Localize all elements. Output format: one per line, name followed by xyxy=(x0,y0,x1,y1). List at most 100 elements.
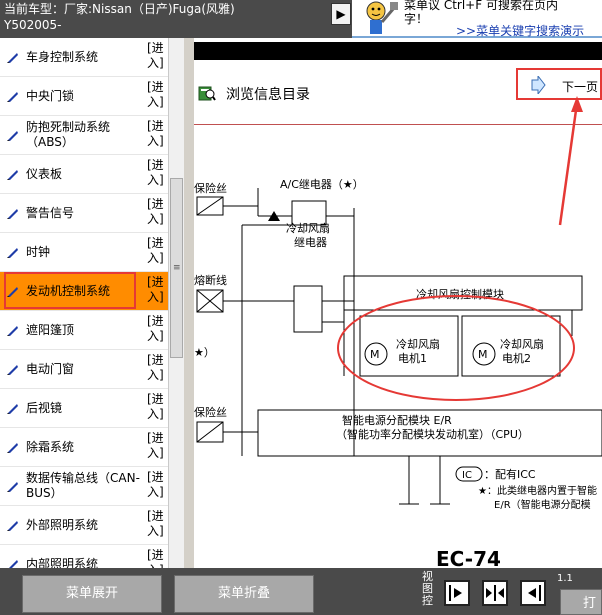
fan-motor-2-label-line1: 冷却风扇 xyxy=(500,337,544,351)
book-pencil-icon xyxy=(7,443,18,453)
fan-motor-1-label-line1: 冷却风扇 xyxy=(396,337,440,351)
book-pencil-icon xyxy=(7,404,18,414)
fan-motor-1-symbol-label: M xyxy=(370,348,380,361)
sidebar-item[interactable]: 仪表板 [进入] xyxy=(0,155,168,194)
fan-relay-symbol xyxy=(293,285,323,333)
sidebar-item[interactable]: 时钟 [进入] xyxy=(0,233,168,272)
fan-motor-2-symbol-label: M xyxy=(478,348,488,361)
sidebar-item[interactable]: 防抱死制动系统（ABS） [进入] xyxy=(0,116,168,155)
book-pencil-icon xyxy=(7,521,18,531)
sidebar-item-enter-link[interactable]: [进入] xyxy=(147,80,167,110)
sidebar-item[interactable]: 车身控制系统 [进入] xyxy=(0,38,168,77)
current-vehicle-info: 当前车型：厂家:Nissan（日产)Fuga(风雅) Y502005- xyxy=(4,1,235,33)
sidebar-item-enter-link[interactable]: [进入] xyxy=(147,431,167,461)
sidebar-item-label: 内部照明系统 xyxy=(26,557,99,568)
header-divider xyxy=(194,124,602,125)
sidebar-item-label: 防抱死制动系统（ABS） xyxy=(26,120,111,149)
book-pencil-icon xyxy=(7,92,18,102)
sidebar-item[interactable]: 外部照明系统 [进入] xyxy=(0,506,168,545)
sidebar-item-enter-link[interactable]: [进入] xyxy=(147,509,167,539)
ac-relay-label: A/C继电器（★） xyxy=(280,178,364,191)
sidebar-item[interactable]: 电动门窗 [进入] xyxy=(0,350,168,389)
relay-note-line1: ★：此类继电器内置于智能 xyxy=(478,484,597,497)
sidebar-item-label: 数据传输总线（CAN-BUS） xyxy=(26,471,140,500)
sidebar-item[interactable]: 内部照明系统 [进入] xyxy=(0,545,168,568)
ic-badge-label: IC xyxy=(462,470,472,481)
search-tip-line1: 菜单议 Ctrl+F 可搜索在页内 xyxy=(404,0,558,12)
sidebar-item-enter-link[interactable]: [进入] xyxy=(147,41,167,71)
sidebar-item-label: 外部照明系统 xyxy=(26,518,99,532)
book-pencil-icon xyxy=(7,248,18,258)
split-view-button[interactable] xyxy=(482,580,508,606)
page-info: 1.1 xyxy=(557,573,573,584)
bottom-toolbar: 菜单展开 菜单折叠 视图控 1.1 打 xyxy=(0,568,602,615)
sidebar-item-enter-link[interactable]: [进入] xyxy=(147,119,167,149)
pane-left-icon xyxy=(449,585,462,601)
book-icon xyxy=(198,86,216,101)
sidebar-item[interactable]: 后视镜 [进入] xyxy=(0,389,168,428)
sidebar-item-enter-link[interactable]: [进入] xyxy=(147,314,167,344)
sidebar-scroll-thumb[interactable]: ≡ xyxy=(170,178,183,358)
mascot-icon xyxy=(366,1,398,34)
sidebar-scrollbar[interactable]: ≡ xyxy=(168,38,184,568)
content-toolbar xyxy=(194,42,602,60)
next-page-label: 下一页 xyxy=(562,80,599,94)
sidebar-item-enter-link[interactable]: [进入] xyxy=(147,236,167,266)
book-pencil-icon xyxy=(7,209,18,219)
fuse-label-1: 保险丝 xyxy=(194,181,227,195)
play-button[interactable]: ▶ xyxy=(331,3,351,25)
sidebar-item-enter-link[interactable]: [进入] xyxy=(147,197,167,227)
sidebar-item-label: 后视镜 xyxy=(26,401,63,415)
view-control-label: 视图控 xyxy=(422,570,433,607)
sidebar-item-enter-link[interactable]: [进入] xyxy=(147,548,167,568)
sidebar-item[interactable]: 遮阳篷顶 [进入] xyxy=(0,311,168,350)
star-note: ★） xyxy=(194,346,215,359)
page-title: 浏览信息目录 xyxy=(226,87,310,103)
sidebar-item-enter-link[interactable]: [进入] xyxy=(147,392,167,422)
next-arrow-icon xyxy=(531,76,546,94)
sidebar-item[interactable]: 数据传输总线（CAN-BUS） [进入] xyxy=(0,467,168,506)
sidebar-item-label: 车身控制系统 xyxy=(26,50,99,64)
fan-relay-label-line2: 继电器 xyxy=(294,236,327,249)
sidebar-item-enter-link[interactable]: [进入] xyxy=(147,275,167,305)
book-pencil-icon xyxy=(9,560,18,568)
sidebar-item[interactable]: 中央门锁 [进入] xyxy=(0,77,168,116)
sidebar-item[interactable]: 除霜系统 [进入] xyxy=(0,428,168,467)
menu-collapse-button[interactable]: 菜单折叠 xyxy=(174,575,314,613)
sidebar-item-label: 电动门窗 xyxy=(26,362,75,376)
sidebar-item-label: 中央门锁 xyxy=(26,89,75,103)
sidebar-item-label: 时钟 xyxy=(26,245,51,259)
book-pencil-icon xyxy=(7,170,18,180)
wiring-diagram: 保险丝 A/C继电器（★） 熔断线 冷却风扇 继电器 冷却风扇控制模块 M 冷却… xyxy=(194,178,602,568)
sidebar-item-enter-link[interactable]: [进入] xyxy=(147,470,167,500)
relay-note-line2: E/R（智能电源分配模 xyxy=(494,498,591,511)
pane-splitter[interactable] xyxy=(184,38,194,568)
book-pencil-icon xyxy=(7,365,18,375)
grip-icon: ≡ xyxy=(173,263,181,273)
book-pencil-icon xyxy=(7,482,18,492)
content-pane: 浏览信息目录 下一页 保险丝 A/C继电器（★） 熔断线 冷却风扇 继电器 冷却… xyxy=(194,38,602,568)
vehicle-info-bar: 当前车型：厂家:Nissan（日产)Fuga(风雅) Y502005- ▶ xyxy=(0,0,352,38)
print-button[interactable]: 打 xyxy=(560,589,602,615)
next-view-button[interactable] xyxy=(520,580,546,606)
sidebar-item[interactable]: 发动机控制系统 [进入] xyxy=(0,272,168,311)
sidebar-item[interactable]: 警告信号 [进入] xyxy=(0,194,168,233)
prev-view-button[interactable] xyxy=(444,580,470,606)
menu-expand-button[interactable]: 菜单展开 xyxy=(22,575,162,613)
keyword-search-demo-link[interactable]: >>菜单关键字搜索演示 xyxy=(456,22,584,39)
system-menu-sidebar: 车身控制系统 [进入] 中央门锁 [进入] 防抱死制动系统（ABS） [进入] 仪表板 [进入… xyxy=(0,38,168,568)
page-code: EC-74 xyxy=(436,547,501,568)
book-pencil-icon xyxy=(7,53,18,63)
sidebar-item-enter-link[interactable]: [进入] xyxy=(147,353,167,383)
selected-item-highlight xyxy=(4,272,136,309)
sidebar-item-enter-link[interactable]: [进入] xyxy=(147,158,167,188)
ipdm-label-line2: （智能功率分配模块发动机室）（CPU） xyxy=(336,427,529,441)
ic-note: ：配有ICC xyxy=(484,467,536,481)
fan-relay-label-line1: 冷却风扇 xyxy=(286,221,330,235)
pane-right-icon xyxy=(528,585,541,601)
fusible-link-label: 熔断线 xyxy=(194,273,227,287)
sidebar-item-label: 仪表板 xyxy=(26,167,63,181)
search-tip-banner: 菜单议 Ctrl+F 可搜索在页内 字！ >>菜单关键字搜索演示 xyxy=(352,0,602,38)
current-vehicle-line1: 当前车型：厂家:Nissan（日产)Fuga(风雅) xyxy=(4,2,235,16)
pane-split-icon xyxy=(486,585,504,601)
